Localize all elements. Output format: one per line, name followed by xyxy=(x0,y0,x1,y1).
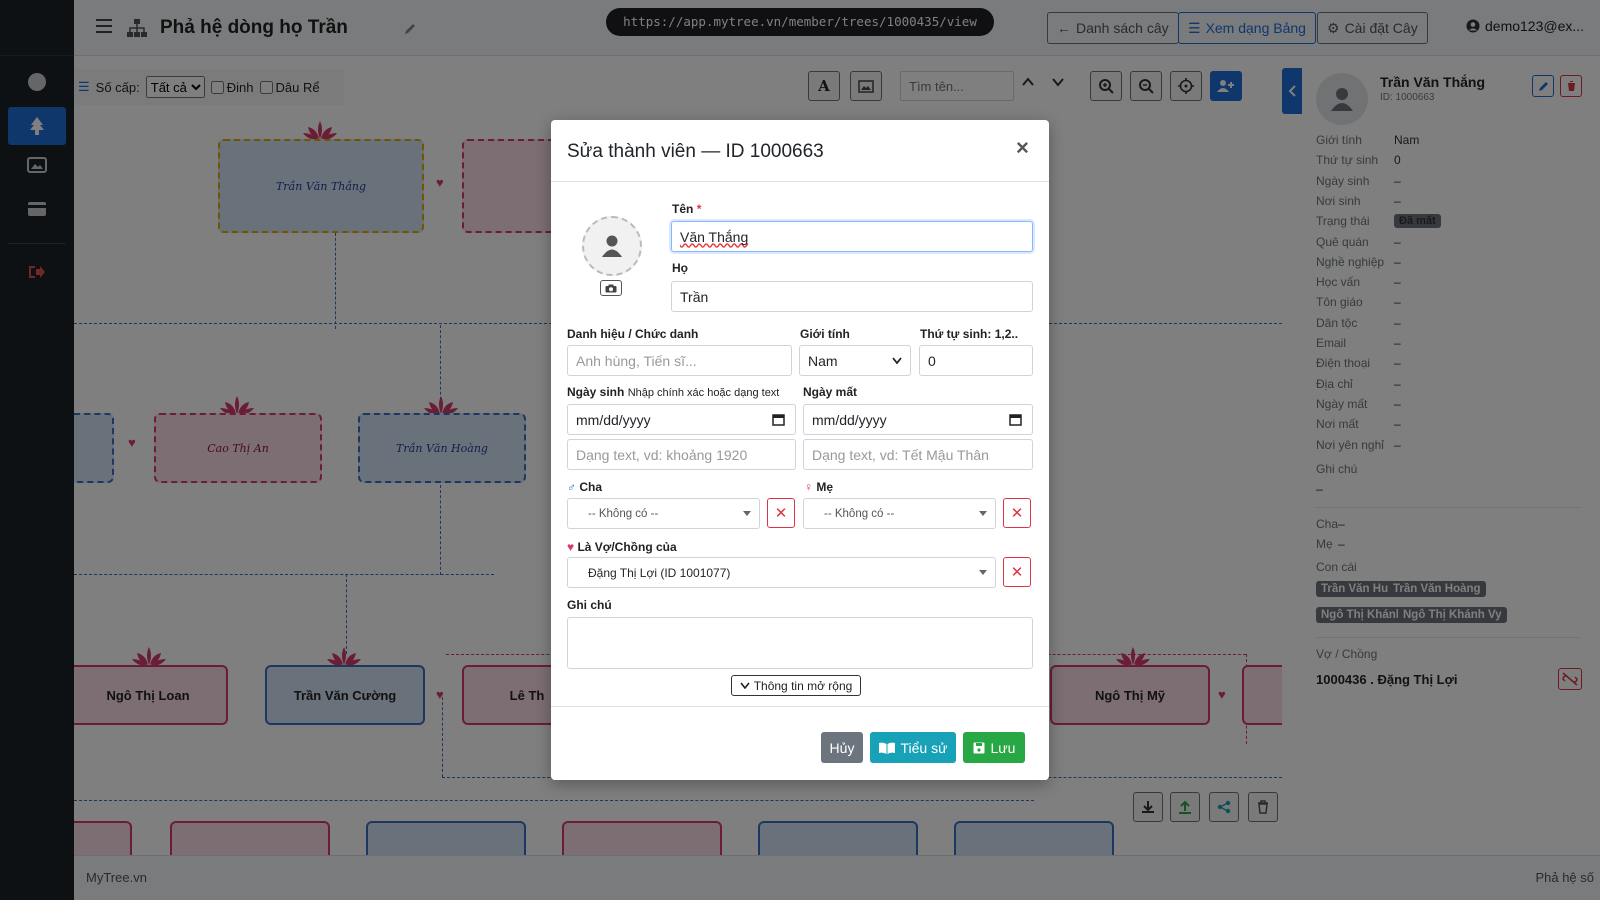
first-name-field[interactable]: Văn Thắng xyxy=(671,221,1033,252)
floppy-disk-icon xyxy=(973,742,985,753)
heart-icon: ♥ xyxy=(567,540,575,554)
birth-order-field[interactable]: 0 xyxy=(919,345,1033,376)
modal-header: Sửa thành viên — ID 1000663 × xyxy=(551,120,1049,182)
expand-info-button[interactable]: Thông tin mở rộng xyxy=(731,675,861,696)
clear-spouse-button[interactable]: ✕ xyxy=(1003,557,1031,587)
gender-label: Giới tính xyxy=(800,327,850,341)
cancel-button[interactable]: Hủy xyxy=(821,732,863,763)
dob-text-field[interactable]: Dạng text, vd: khoảng 1920 xyxy=(567,439,796,470)
dod-date-field[interactable]: mm/dd/yyyy xyxy=(803,404,1033,435)
note-textarea[interactable] xyxy=(567,617,1033,669)
mother-label: ♀ Mẹ xyxy=(804,480,834,494)
avatar-upload[interactable] xyxy=(582,216,642,276)
chevron-down-icon xyxy=(740,682,750,689)
save-button[interactable]: Lưu xyxy=(963,732,1025,763)
honorific-field[interactable]: Anh hùng, Tiến sĩ... xyxy=(567,345,792,376)
close-icon[interactable]: × xyxy=(1016,137,1029,159)
note-label: Ghi chú xyxy=(567,598,612,612)
spouse-select[interactable]: Đặng Thị Lợi (ID 1001077) xyxy=(567,557,996,588)
male-icon: ♂ xyxy=(567,480,576,494)
calendar-icon[interactable] xyxy=(772,413,785,426)
chevron-down-icon xyxy=(892,357,902,364)
last-name-field[interactable]: Trần xyxy=(671,281,1033,312)
book-icon xyxy=(878,742,895,754)
female-icon: ♀ xyxy=(804,480,813,494)
mother-select[interactable]: -- Không có -- xyxy=(803,498,996,529)
caret-down-icon xyxy=(979,511,987,516)
camera-icon[interactable] xyxy=(600,280,622,296)
father-label: ♂ Cha xyxy=(567,480,603,494)
user-icon xyxy=(602,235,622,257)
last-name-label: Họ xyxy=(672,261,688,275)
caret-down-icon xyxy=(979,570,987,575)
dob-date-field[interactable]: mm/dd/yyyy xyxy=(567,404,796,435)
spouse-label: ♥ Là Vợ/Chồng của xyxy=(567,540,677,554)
gender-select[interactable]: Nam xyxy=(799,345,911,376)
first-name-label: Tên * xyxy=(672,202,702,216)
birth-order-label: Thứ tự sinh: 1,2.. xyxy=(920,327,1019,341)
dod-label: Ngày mất xyxy=(803,385,858,399)
clear-father-button[interactable]: ✕ xyxy=(767,498,795,528)
modal-title: Sửa thành viên — ID 1000663 xyxy=(567,141,824,162)
clear-mother-button[interactable]: ✕ xyxy=(1003,498,1031,528)
calendar-icon[interactable] xyxy=(1009,413,1022,426)
father-select[interactable]: -- Không có -- xyxy=(567,498,760,529)
caret-down-icon xyxy=(743,511,751,516)
dod-text-field[interactable]: Dạng text, vd: Tết Mậu Thân xyxy=(803,439,1033,470)
dob-label: Ngày sinh Nhập chính xác hoặc dạng text xyxy=(567,385,780,399)
edit-member-modal: Sửa thành viên — ID 1000663 × Tên * Văn … xyxy=(551,120,1049,780)
honorific-label: Danh hiệu / Chức danh xyxy=(567,327,699,341)
biography-button[interactable]: Tiểu sử xyxy=(870,732,956,763)
